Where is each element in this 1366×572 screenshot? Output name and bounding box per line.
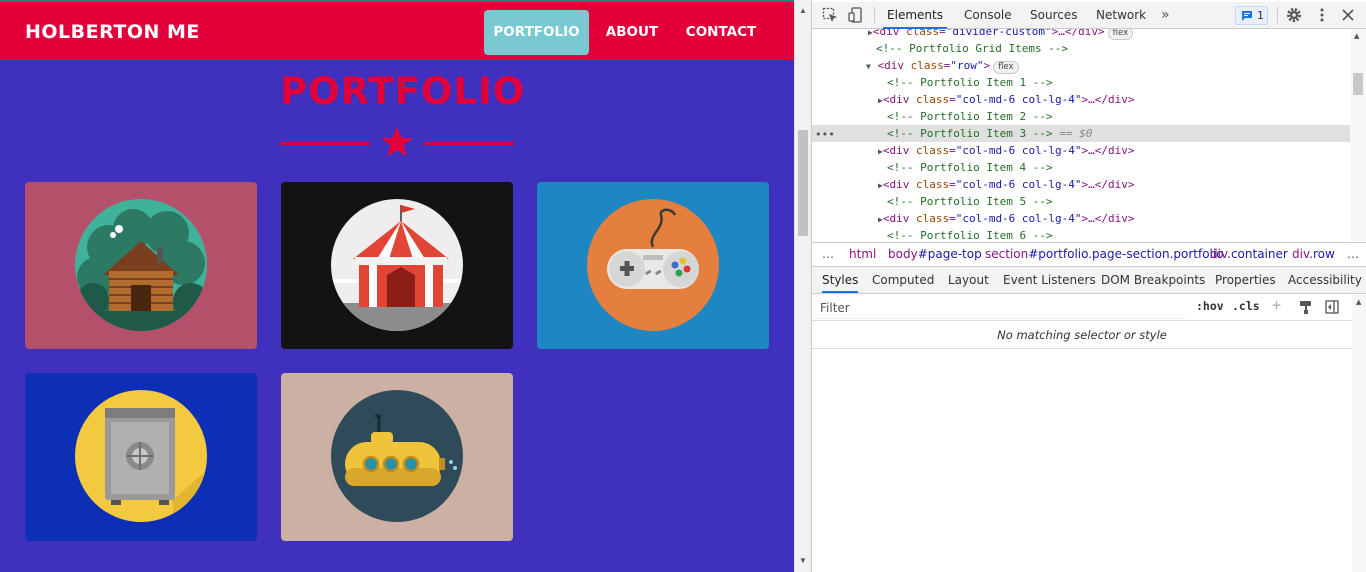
portfolio-item-submarine[interactable] [281,373,513,541]
collapse-triangle-icon[interactable]: ▼ [866,62,871,71]
circus-tent-icon [331,199,463,331]
cabin-icon [75,199,207,331]
no-matching-style-message: No matching selector or style [812,322,1352,349]
dom-comment[interactable]: <!-- Portfolio Item 6 --> [812,227,1350,241]
tab-elements[interactable]: Elements [883,2,947,29]
dom-node-row[interactable]: ▼ <div class="row"> flex [812,57,1350,74]
breadcrumb-overflow-right[interactable]: … [1347,243,1359,266]
dom-node-portfolio-item[interactable]: ▶<div class="col-md-6 col-lg-4">…</div> [812,91,1350,108]
tab-sources[interactable]: Sources [1030,2,1077,29]
game-controller-icon [587,199,719,331]
page-scroll-thumb[interactable] [798,130,808,236]
more-tabs-button[interactable]: » [1161,2,1170,29]
breadcrumb-container[interactable]: div.container [1210,243,1288,266]
webpage-viewport: HOLBERTON ME PORTFOLIO ABOUT CONTACT POR… [0,0,794,572]
breadcrumb-html[interactable]: html [849,243,876,266]
dom-tree-scrollbar[interactable]: ▲ [1350,29,1366,241]
styles-filter-input[interactable] [814,297,1186,319]
divider-line-right [424,142,514,145]
dom-comment[interactable]: <!-- Portfolio Item 4 --> [812,159,1350,176]
safe-icon [75,390,207,522]
new-style-rule-button[interactable]: + [1272,296,1281,314]
settings-gear-icon[interactable] [1286,7,1302,23]
breadcrumb-section[interactable]: section#portfolio.page-section.portfolio [985,243,1224,266]
breadcrumb-body[interactable]: body#page-top [888,243,982,266]
page-scrollbar[interactable]: ▲ ▼ [794,0,811,572]
dom-node-portfolio-item[interactable]: ▶<div class="col-md-6 col-lg-4">…</div> [812,176,1350,193]
dom-node-portfolio-item[interactable]: ▶<div class="col-md-6 col-lg-4">…</div> [812,210,1350,227]
more-options-icon[interactable] [1314,7,1330,23]
portfolio-item-circus[interactable] [281,182,513,349]
dom-comment[interactable]: <!-- Portfolio Item 2 --> [812,108,1350,125]
nav-link-portfolio[interactable]: PORTFOLIO [484,10,589,55]
scroll-up-arrow-icon[interactable]: ▲ [799,6,807,15]
toolbar-separator [1277,7,1278,23]
dom-tree: ▶<div class="divider-custom">…</div> flex… [812,29,1350,241]
breadcrumb: … html body#page-top section#portfolio.p… [812,242,1366,267]
submarine-icon [331,390,463,522]
flex-badge[interactable]: flex [993,61,1019,74]
portfolio-item-safe[interactable] [25,373,257,541]
inspect-element-icon[interactable] [822,7,838,23]
close-icon[interactable] [1340,7,1356,23]
hover-state-button[interactable]: :hov [1196,299,1224,313]
paint-roller-icon[interactable] [1299,300,1313,314]
devtools-panel: Elements Console Sources Network » 1 ▶<d… [811,0,1366,572]
issues-badge[interactable]: 1 [1235,6,1268,25]
flex-badge[interactable]: flex [1107,29,1134,40]
tab-network[interactable]: Network [1096,2,1146,29]
dom-comment-selected[interactable]: <!-- Portfolio Item 3 --> == $0 [812,125,1350,142]
tab-event-listeners[interactable]: Event Listeners [1003,267,1096,293]
issues-count: 1 [1257,9,1264,22]
tab-computed[interactable]: Computed [872,267,934,293]
breadcrumb-overflow[interactable]: … [822,243,834,266]
message-icon [1242,11,1252,21]
devtools-toolbar: Elements Console Sources Network » 1 [812,2,1366,29]
star-icon [381,127,413,157]
scroll-up-arrow-icon[interactable]: ▲ [1356,298,1361,306]
dom-comment[interactable]: <!-- Portfolio Grid Items --> [812,40,1350,57]
tab-styles[interactable]: Styles [822,267,859,293]
tab-console[interactable]: Console [964,2,1012,29]
node-actions-icon[interactable]: ••• [815,128,835,141]
dom-node-portfolio-item[interactable]: ▶<div class="col-md-6 col-lg-4">…</div> [812,142,1350,159]
dom-comment[interactable]: <!-- Portfolio Item 5 --> [812,193,1350,210]
brand-logo[interactable]: HOLBERTON ME [25,21,200,43]
dom-comment[interactable]: <!-- Portfolio Item 1 --> [812,74,1350,91]
toolbar-separator [874,7,875,23]
styles-pane-tabs: Styles Computed Layout Event Listeners D… [812,267,1366,294]
tab-accessibility[interactable]: Accessibility [1288,267,1362,293]
toggle-sidebar-icon[interactable] [1325,300,1339,314]
tab-properties[interactable]: Properties [1215,267,1276,293]
nav-link-about[interactable]: ABOUT [598,10,666,55]
breadcrumb-row[interactable]: div.row [1292,243,1335,266]
tab-layout[interactable]: Layout [948,267,989,293]
tab-dom-breakpoints[interactable]: DOM Breakpoints [1101,267,1205,293]
scroll-down-arrow-icon[interactable]: ▼ [799,556,807,565]
device-toolbar-icon[interactable] [848,7,864,23]
divider-line-left [280,142,370,145]
section-heading: PORTFOLIO [280,70,526,113]
scroll-up-arrow-icon[interactable]: ▲ [1354,32,1359,40]
dom-scroll-thumb[interactable] [1353,73,1363,95]
portfolio-item-game[interactable] [537,182,769,349]
styles-scrollbar[interactable]: ▲ [1352,295,1366,572]
nav-link-contact[interactable]: CONTACT [676,10,766,55]
styles-filter-bar: :hov .cls + [812,295,1366,321]
portfolio-item-cabin[interactable] [25,182,257,349]
navbar: HOLBERTON ME PORTFOLIO ABOUT CONTACT [0,0,794,60]
dom-node-divider-custom[interactable]: ▶<div class="divider-custom">…</div> flex [812,29,1350,40]
class-toggle-button[interactable]: .cls [1232,299,1260,313]
